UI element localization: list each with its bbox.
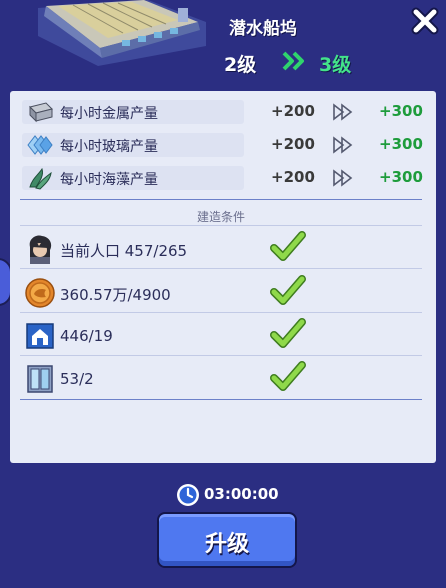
checkmark-icon (270, 275, 306, 305)
condition-row-housing: 446/19 (20, 314, 422, 358)
metal-icon (29, 102, 53, 123)
condition-text: 当前人口 457/265 (60, 242, 188, 260)
upgrade-timer: 03:00:00 (176, 483, 296, 507)
window-icon (27, 365, 53, 393)
arrow-right-icon (333, 136, 353, 154)
next-level: 3级 (319, 54, 352, 76)
conditions-title: 建造条件 (196, 210, 245, 224)
house-icon (26, 323, 54, 349)
production-label: 每小时海藻产量 (60, 172, 158, 188)
production-current: +200 (271, 135, 315, 153)
condition-row-coins: 360.57万/4900 (20, 271, 422, 315)
section-divider (20, 199, 422, 200)
checkmark-icon (270, 231, 306, 261)
condition-text: 446/19 (60, 327, 113, 345)
upgrade-button[interactable]: 升级 (157, 512, 297, 568)
coin-icon (25, 278, 55, 308)
production-row-metal: 每小时金属产量 +200 +300 (20, 97, 430, 127)
dock-building-thumbnail (38, 0, 206, 66)
glass-icon (27, 135, 53, 155)
production-next: +300 (379, 168, 423, 186)
condition-row-population: 当前人口 457/265 (20, 227, 422, 271)
population-icon (29, 235, 52, 264)
production-label: 每小时玻璃产量 (60, 139, 158, 155)
production-current: +200 (271, 168, 315, 186)
production-label: 每小时金属产量 (60, 106, 158, 122)
upgrade-button-label: 升级 (204, 532, 249, 557)
section-divider (20, 399, 422, 400)
production-next: +300 (379, 135, 423, 153)
arrow-right-icon (333, 103, 353, 121)
seaweed-icon (29, 167, 52, 190)
current-level: 2级 (224, 54, 257, 76)
production-row-seaweed: 每小时海藻产量 +200 +300 (20, 163, 430, 193)
condition-text: 53/2 (60, 370, 94, 388)
close-icon[interactable] (408, 4, 442, 38)
row-divider (20, 268, 422, 269)
row-divider (20, 355, 422, 356)
production-next: +300 (379, 102, 423, 120)
checkmark-icon (270, 361, 306, 391)
checkmark-icon (270, 318, 306, 348)
clock-icon (177, 484, 199, 506)
row-divider (20, 312, 422, 313)
arrow-right-icon (333, 169, 353, 187)
condition-row-window: 53/2 (20, 357, 422, 401)
condition-text: 360.57万/4900 (60, 286, 171, 304)
building-title: 潜水船坞 (229, 19, 297, 39)
row-divider (20, 225, 422, 226)
timer-text: 03:00:00 (204, 485, 279, 503)
production-row-glass: 每小时玻璃产量 +200 +300 (20, 130, 430, 160)
double-chevron-right-icon (282, 51, 304, 71)
production-current: +200 (271, 102, 315, 120)
